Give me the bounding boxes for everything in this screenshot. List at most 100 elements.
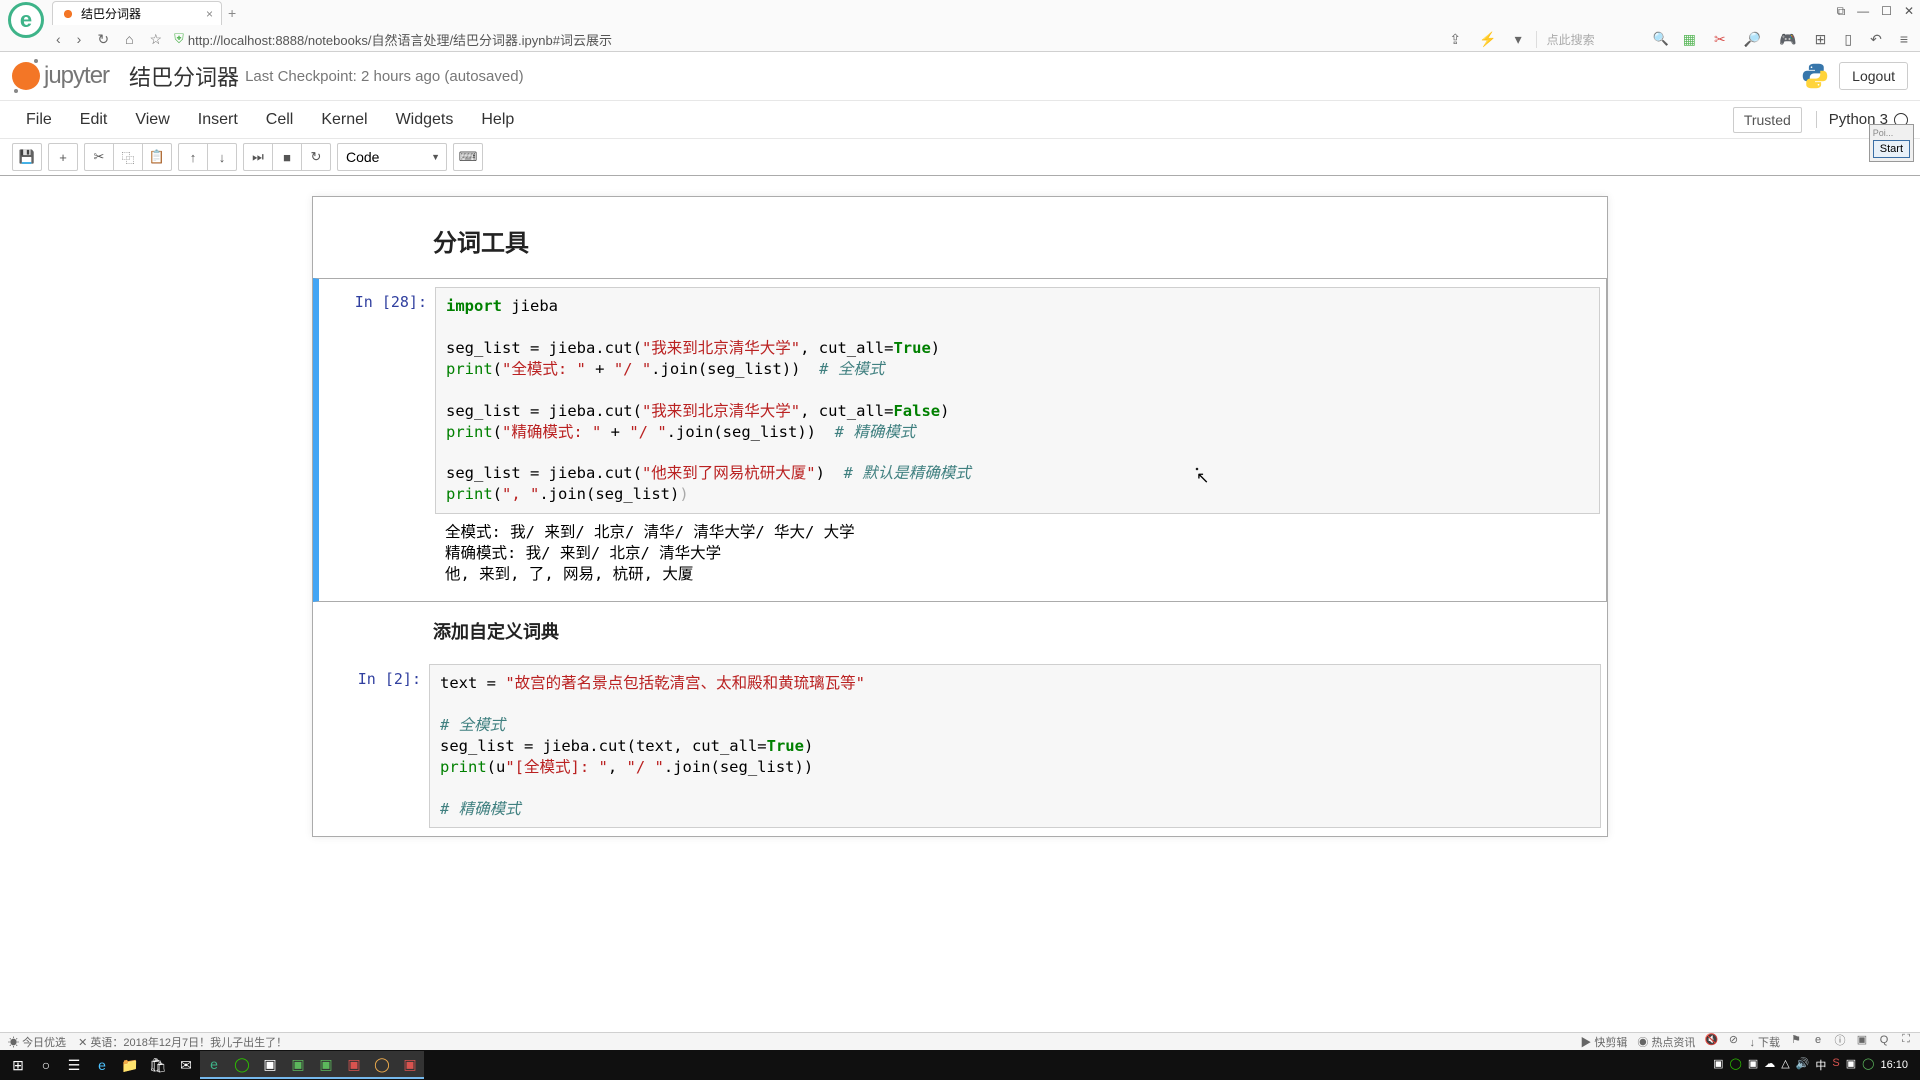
status-item[interactable]: ▶ 快剪辑 — [1580, 1034, 1627, 1050]
explorer-icon[interactable]: 📁 — [116, 1051, 144, 1079]
heading: 添加自定义词典 — [433, 618, 1601, 644]
ext-icon-5[interactable]: ⊞ — [1811, 31, 1831, 48]
jupyter-logo[interactable]: jupyter — [12, 62, 109, 90]
window-max-icon[interactable]: ☐ — [1881, 4, 1892, 19]
tray-icon[interactable]: 🔊 — [1796, 1057, 1810, 1073]
clock[interactable]: 16:10 — [1880, 1059, 1908, 1071]
search-icon[interactable]: 🔍 — [1653, 31, 1669, 47]
ext-icon-4[interactable]: 🎮 — [1775, 31, 1800, 48]
notebook-name[interactable]: 结巴分词器 — [129, 60, 239, 92]
command-palette-button[interactable]: ⌨ — [453, 143, 483, 171]
logout-button[interactable]: Logout — [1839, 62, 1908, 90]
menu-widgets[interactable]: Widgets — [382, 103, 468, 137]
speed-icon[interactable]: ⓘ — [1834, 1034, 1846, 1046]
tray-icon[interactable]: ▣ — [1846, 1057, 1856, 1073]
markdown-cell[interactable]: 添加自定义词典 — [313, 602, 1607, 656]
chevron-down-icon[interactable]: ▾ — [1511, 31, 1526, 48]
close-icon[interactable]: × — [206, 7, 213, 21]
status-item[interactable]: ◉ 热点资讯 — [1637, 1034, 1695, 1050]
ext-icon-3[interactable]: 🔎 — [1740, 31, 1765, 48]
run-button[interactable]: ⏭ — [243, 143, 273, 171]
star-icon[interactable]: ☆ — [146, 31, 167, 48]
move-down-button[interactable]: ↓ — [207, 143, 237, 171]
menu-icon[interactable]: ≡ — [1896, 31, 1912, 47]
new-tab-button[interactable]: + — [228, 5, 236, 21]
code-cell-selected[interactable]: In [28]: import jieba seg_list = jieba.c… — [313, 278, 1607, 602]
browser-search[interactable]: 点此搜索 🔍 — [1536, 31, 1669, 48]
block-icon[interactable]: ⊘ — [1727, 1034, 1739, 1046]
taskview-icon[interactable]: ☰ — [60, 1051, 88, 1079]
share-icon[interactable]: ⇪ — [1445, 31, 1465, 48]
app-icon-3[interactable]: ▣ — [312, 1051, 340, 1079]
tray-icon[interactable]: ▣ — [1748, 1057, 1758, 1073]
zoom-icon[interactable]: Q — [1878, 1034, 1890, 1046]
ext-icon-6[interactable]: ▯ — [1840, 31, 1856, 48]
move-up-button[interactable]: ↑ — [178, 143, 208, 171]
mute-icon[interactable]: 🔇 — [1705, 1034, 1717, 1046]
start-menu-icon[interactable]: ⊞ — [4, 1051, 32, 1079]
tray-icon[interactable]: ▣ — [1713, 1057, 1723, 1073]
tray-icon[interactable]: 中 — [1815, 1057, 1826, 1073]
notebook-area[interactable]: 分词工具 In [28]: import jieba seg_list = ji… — [0, 178, 1920, 1050]
insert-cell-button[interactable]: + — [48, 143, 78, 171]
status-item[interactable]: ✕ 英语：2018年12月7日！我儿子出生了！ — [78, 1034, 287, 1050]
window-pin-icon[interactable]: ⧉ — [1837, 4, 1846, 19]
menu-kernel[interactable]: Kernel — [307, 103, 381, 137]
flag-icon[interactable]: ⚑ — [1790, 1034, 1802, 1046]
tray-icons: ▣ ◯ ▣ ☁ △ 🔊 中 S ▣ ◯ — [1713, 1057, 1874, 1073]
back-icon[interactable]: ‹ — [52, 31, 65, 47]
tray-icon[interactable]: ☁ — [1764, 1057, 1775, 1073]
app-icon-2[interactable]: ▣ — [284, 1051, 312, 1079]
trusted-button[interactable]: Trusted — [1733, 107, 1802, 133]
code-input[interactable]: import jieba seg_list = jieba.cut("我来到北京… — [435, 287, 1600, 514]
browser360-icon[interactable]: e — [200, 1051, 228, 1079]
start-button[interactable]: Start — [1873, 140, 1910, 158]
reload-icon[interactable]: ↻ — [93, 31, 113, 48]
app-icon-1[interactable]: ▣ — [256, 1051, 284, 1079]
url-box[interactable]: ⛨ http://localhost:8888/notebooks/自然语言处理… — [174, 30, 612, 49]
status-item[interactable]: ☀ 今日优选 — [8, 1034, 66, 1050]
browser-logo: e — [8, 2, 44, 38]
tray-icon[interactable]: △ — [1781, 1057, 1789, 1073]
ext-icon[interactable]: e — [1812, 1034, 1824, 1046]
status-item[interactable]: ↓ 下载 — [1749, 1034, 1780, 1050]
save-button[interactable]: 💾 — [12, 143, 42, 171]
wechat-icon[interactable]: ◯ — [228, 1051, 256, 1079]
menu-cell[interactable]: Cell — [252, 103, 308, 137]
code-input[interactable]: text = "故宫的著名景点包括乾清宫、太和殿和黄琉璃瓦等" # 全模式 se… — [429, 664, 1601, 828]
flash-icon[interactable]: ⚡ — [1475, 31, 1500, 48]
cortana-icon[interactable]: ○ — [32, 1051, 60, 1079]
fullscreen-icon[interactable]: ⛶ — [1900, 1034, 1912, 1046]
app-icon-5[interactable]: ▣ — [396, 1051, 424, 1079]
forward-icon[interactable]: › — [73, 31, 86, 47]
home-icon[interactable]: ⌂ — [121, 31, 137, 47]
store-icon[interactable]: 🛍 — [144, 1051, 172, 1079]
menu-view[interactable]: View — [121, 103, 183, 137]
undo-icon[interactable]: ↶ — [1866, 31, 1886, 48]
pdf-icon[interactable]: ▣ — [340, 1051, 368, 1079]
copy-button[interactable]: ⿻ — [113, 143, 143, 171]
tray-icon[interactable]: ◯ — [1730, 1057, 1742, 1073]
paste-button[interactable]: 📋 — [142, 143, 172, 171]
browser-tab[interactable]: 结巴分词器 × — [52, 1, 222, 25]
cut-button[interactable]: ✂ — [84, 143, 114, 171]
menu-edit[interactable]: Edit — [66, 103, 122, 137]
markdown-cell[interactable]: 分词工具 — [313, 197, 1607, 278]
restart-button[interactable]: ↻ — [301, 143, 331, 171]
mail-icon[interactable]: ✉ — [172, 1051, 200, 1079]
ext-icon-2[interactable]: ✂ — [1710, 31, 1730, 48]
menu-insert[interactable]: Insert — [184, 103, 252, 137]
edge-icon[interactable]: e — [88, 1051, 116, 1079]
menu-file[interactable]: File — [12, 103, 66, 137]
game-icon[interactable]: ▣ — [1856, 1034, 1868, 1046]
app-icon-4[interactable]: ◯ — [368, 1051, 396, 1079]
menu-help[interactable]: Help — [467, 103, 528, 137]
interrupt-button[interactable]: ■ — [272, 143, 302, 171]
cell-type-select[interactable]: Code — [337, 143, 447, 171]
code-cell[interactable]: In [2]: text = "故宫的著名景点包括乾清宫、太和殿和黄琉璃瓦等" … — [313, 656, 1607, 836]
window-close-icon[interactable]: ✕ — [1904, 4, 1914, 19]
window-min-icon[interactable]: — — [1857, 4, 1869, 19]
tray-icon[interactable]: S — [1832, 1057, 1839, 1073]
tray-icon[interactable]: ◯ — [1862, 1057, 1874, 1073]
ext-icon-1[interactable]: ▦ — [1679, 31, 1700, 48]
